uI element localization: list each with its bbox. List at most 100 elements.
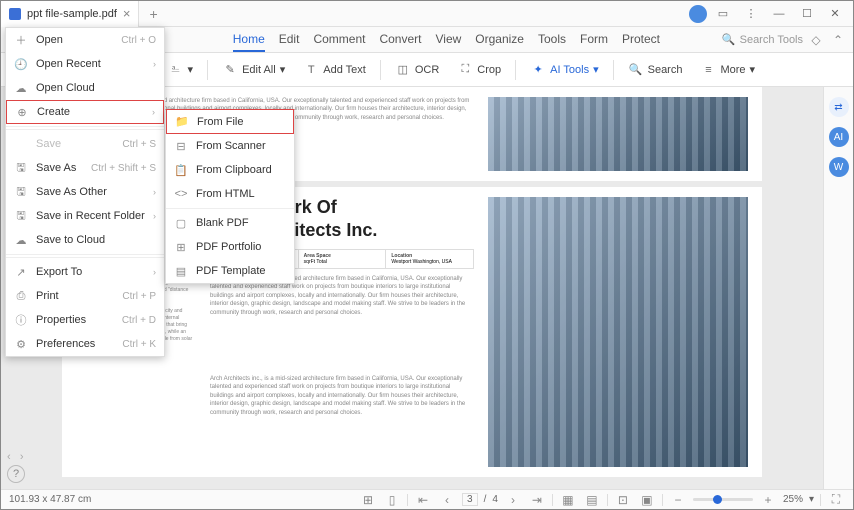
document-tab[interactable]: ppt file-sample.pdf × [1, 1, 139, 27]
crop-button[interactable]: ⛶Crop [453, 62, 505, 78]
menu-item-icon: <> [174, 188, 188, 200]
tab-convert[interactable]: Convert [379, 28, 421, 52]
pencil-icon: ✎ [222, 62, 238, 78]
file-menu-item[interactable]: ⎙ Print Ctrl + P [6, 284, 164, 308]
file-menu-item[interactable]: 🖫 Save As Other › [6, 180, 164, 204]
menu-shortcut: Ctrl + D [122, 315, 156, 326]
underline-tool[interactable]: ⎁▾ [164, 62, 198, 78]
submenu-item[interactable]: ⊞ PDF Portfolio [166, 235, 294, 259]
last-page-icon[interactable]: ⇥ [528, 491, 546, 509]
prev-page-icon[interactable]: ‹ [438, 491, 456, 509]
ocr-button[interactable]: ◫OCR [391, 62, 443, 78]
help-icon[interactable]: ? [7, 465, 25, 483]
submenu-item[interactable]: 📁 From File [166, 110, 294, 134]
menu-item-label: Create [37, 106, 144, 118]
file-menu-item[interactable]: ↗ Export To › [6, 260, 164, 284]
menu-item-icon: 🖫 [14, 159, 28, 178]
fit-icon[interactable]: ⊡ [614, 491, 632, 509]
user-avatar[interactable] [689, 5, 707, 23]
search-tools[interactable]: 🔍 Search Tools [722, 33, 803, 46]
menu-item-label: PDF Portfolio [196, 241, 286, 253]
tab-organize[interactable]: Organize [475, 28, 524, 52]
menu-item-icon: ⊞ [174, 241, 188, 254]
fit-width-icon[interactable]: ⊞ [359, 491, 377, 509]
page-layout-icon[interactable]: ▯ [383, 491, 401, 509]
zoom-in-icon[interactable]: + [759, 491, 777, 509]
menu-item-label: Properties [36, 314, 114, 326]
ribbon-tabs: Home Edit Comment Convert View Organize … [233, 28, 660, 52]
text-icon: T [303, 62, 319, 78]
submenu-item[interactable]: <> From HTML [166, 182, 294, 206]
file-menu-item[interactable]: ＋ Open Ctrl + O [6, 28, 164, 52]
rail-word-icon[interactable]: W [829, 157, 849, 177]
rail-icon-1[interactable]: ⇄ [829, 97, 849, 117]
chevron-right-icon: › [152, 107, 155, 117]
menu-item-label: Save As [36, 162, 83, 174]
new-tab-button[interactable]: + [139, 6, 167, 22]
tab-protect[interactable]: Protect [622, 28, 660, 52]
chevron-right-icon: › [153, 267, 156, 277]
minimize-icon[interactable]: — [767, 4, 791, 24]
file-menu-item[interactable]: ☁ Save to Cloud [6, 228, 164, 252]
kebab-icon[interactable]: ⋮ [739, 4, 763, 24]
close-window-icon[interactable]: ✕ [823, 4, 847, 24]
next-page-icon[interactable]: › [504, 491, 522, 509]
first-page-icon[interactable]: ⇤ [414, 491, 432, 509]
file-menu-item[interactable]: 🖫 Save As Ctrl + Shift + S [6, 156, 164, 180]
page-text: Arch Architects inc., is a mid-sized arc… [210, 275, 474, 367]
submenu-item[interactable]: 📋 From Clipboard [166, 158, 294, 182]
close-icon[interactable]: × [123, 6, 131, 21]
tab-home[interactable]: Home [233, 28, 265, 52]
ai-tools-button[interactable]: ✦AI Tools▾ [526, 62, 602, 78]
file-menu-item[interactable]: 🖫 Save in Recent Folder › [6, 204, 164, 228]
more-icon: ≡ [700, 62, 716, 78]
ai-icon: ✦ [530, 62, 546, 78]
file-menu-item[interactable]: ⓘ Properties Ctrl + D [6, 308, 164, 332]
submenu-item[interactable]: ▤ PDF Template [166, 259, 294, 283]
zoom-out-icon[interactable]: − [669, 491, 687, 509]
menu-item-icon: ⓘ [14, 312, 28, 328]
fullscreen-icon[interactable]: ⛶ [827, 491, 845, 509]
file-menu-item[interactable]: 🕘 Open Recent › [6, 52, 164, 76]
menu-item-icon: ⎙ [14, 290, 28, 303]
menu-item-label: Open [36, 34, 113, 46]
titlebar: ppt file-sample.pdf × + ▭ ⋮ — ☐ ✕ [1, 1, 853, 27]
file-menu-dropdown: ＋ Open Ctrl + O 🕘 Open Recent › ☁ Open C… [5, 27, 165, 357]
tab-comment[interactable]: Comment [313, 28, 365, 52]
search-icon: 🔍 [628, 62, 644, 78]
tab-view[interactable]: View [435, 28, 461, 52]
search-button[interactable]: 🔍Search [624, 62, 687, 78]
rail-ai-icon[interactable]: AI [829, 127, 849, 147]
zoom-slider[interactable] [693, 498, 753, 501]
fit-icon[interactable]: ▣ [638, 491, 656, 509]
tab-form[interactable]: Form [580, 28, 608, 52]
file-menu-item[interactable]: ☁ Open Cloud [6, 76, 164, 100]
maximize-icon[interactable]: ☐ [795, 4, 819, 24]
search-icon: 🔍 [722, 33, 736, 46]
menu-item-icon: 🖫 [14, 207, 28, 226]
view-mode-icon[interactable]: ▤ [583, 491, 601, 509]
view-mode-icon[interactable]: ▦ [559, 491, 577, 509]
zoom-level[interactable]: 25% [783, 494, 803, 505]
menu-item-label: Export To [36, 266, 145, 278]
page-image [488, 197, 748, 467]
file-menu-item[interactable]: ⊕ Create › [6, 100, 164, 124]
statusbar: 101.93 x 47.87 cm ⊞ ▯ ⇤ ‹ 3 /4 › ⇥ ▦ ▤ ⊡… [1, 489, 853, 509]
submenu-item[interactable]: ▢ Blank PDF [166, 211, 294, 235]
add-text-button[interactable]: TAdd Text [299, 62, 370, 78]
tab-tools[interactable]: Tools [538, 28, 566, 52]
menu-item-label: Open Recent [36, 58, 145, 70]
submenu-item[interactable]: ⊟ From Scanner [166, 134, 294, 158]
menu-item-label: Save [36, 138, 114, 150]
file-menu-item[interactable]: Save Ctrl + S [6, 132, 164, 156]
page-text: Arch Architects inc., is a mid-sized arc… [210, 375, 474, 467]
page-current[interactable]: 3 [462, 493, 478, 506]
app-menu-icon[interactable]: ▭ [711, 4, 735, 24]
file-menu-item[interactable]: ⚙ Preferences Ctrl + K [6, 332, 164, 356]
nav-arrows[interactable]: ‹ › [7, 451, 24, 463]
collapse-icon[interactable]: ◇ [807, 31, 825, 49]
tab-edit[interactable]: Edit [279, 28, 300, 52]
edit-all-button[interactable]: ✎Edit All▾ [218, 62, 289, 78]
more-button[interactable]: ≡More▾ [696, 62, 759, 78]
expand-icon[interactable]: ⌃ [829, 31, 847, 49]
